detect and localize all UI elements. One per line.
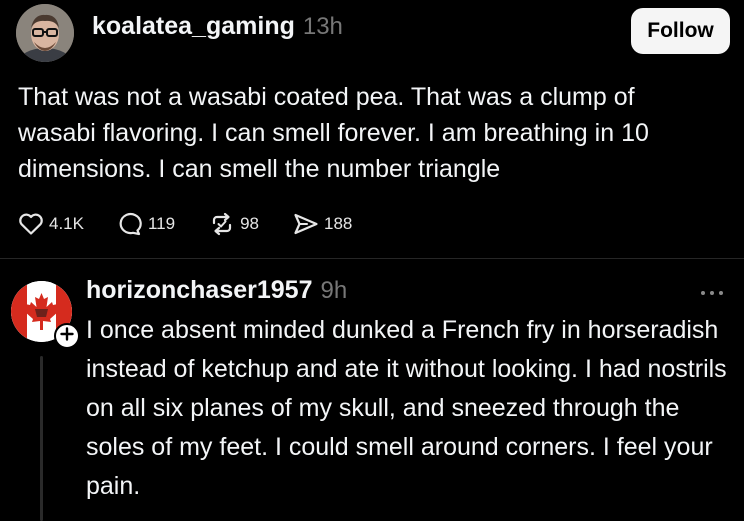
- more-horizontal-icon: [700, 283, 724, 301]
- reply-button[interactable]: 119: [117, 212, 175, 236]
- post: koalatea_gaming 13h Follow That was not …: [0, 0, 744, 258]
- heart-icon: [18, 212, 44, 236]
- share-button[interactable]: 188: [293, 212, 352, 236]
- reply-username[interactable]: horizonchaser1957: [86, 276, 313, 305]
- repost-icon: [209, 212, 235, 236]
- follow-add-badge[interactable]: [54, 323, 80, 349]
- repost-count: 98: [240, 214, 260, 233]
- reply-count: 119: [147, 214, 176, 233]
- profile-photo-icon: [16, 4, 74, 62]
- post-timestamp: 13h: [302, 13, 343, 40]
- reply-header: horizonchaser1957 9h: [86, 276, 347, 312]
- thread-line: [40, 356, 43, 521]
- post-text: That was not a wasabi coated pea. That w…: [18, 83, 649, 183]
- like-count: 4.1K: [49, 214, 84, 233]
- repost-button[interactable]: 98: [209, 212, 259, 236]
- avatar[interactable]: [16, 4, 74, 62]
- post-divider: [0, 258, 744, 259]
- reply-timestamp: 9h: [320, 277, 348, 304]
- post-header: koalatea_gaming 13h: [92, 12, 343, 50]
- post-actions: 4.1K 119 98 188: [18, 210, 352, 238]
- reply-text: I once absent minded dunked a French fry…: [86, 316, 727, 500]
- share-count: 188: [324, 214, 353, 233]
- post-username[interactable]: koalatea_gaming: [92, 12, 295, 41]
- plus-icon: [60, 326, 74, 346]
- comment-icon: [117, 212, 143, 236]
- more-options-button[interactable]: [694, 280, 730, 304]
- send-icon: [293, 212, 319, 236]
- like-button[interactable]: 4.1K: [18, 212, 84, 236]
- follow-button[interactable]: Follow: [631, 8, 730, 54]
